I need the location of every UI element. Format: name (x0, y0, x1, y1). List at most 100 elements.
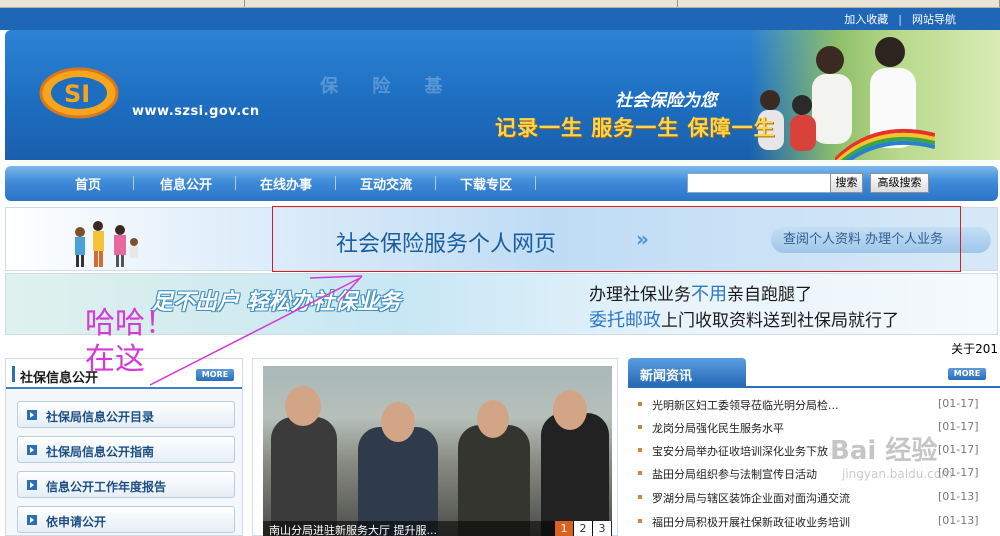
slide-page-2[interactable]: 2 (574, 521, 592, 536)
link-separator: | (898, 13, 902, 26)
header-marker (12, 366, 15, 382)
arrow-right-icon (27, 480, 37, 490)
line1-prefix: 办理社保业务 (589, 285, 691, 305)
search-button[interactable]: 搜索 (830, 173, 863, 193)
person-head (477, 400, 509, 438)
bullet-icon (638, 495, 642, 499)
photo-caption[interactable]: 南山分局进驻新服务大厅 提升服... (269, 522, 437, 536)
nav-divider (235, 176, 236, 190)
nav-interaction[interactable]: 互动交流 (360, 174, 412, 193)
news-photo[interactable] (263, 366, 612, 536)
person-head (553, 390, 587, 430)
news-item[interactable]: 龙岗分局强化民生服务水平 [01-17] (638, 417, 1000, 437)
news-title: 新闻资讯 (640, 369, 693, 384)
info-public-item-label: 依申请公开 (46, 515, 107, 529)
news-underline (628, 386, 1000, 388)
banner-faint-text: 保 险 基 (320, 76, 457, 97)
info-public-item[interactable]: 社保局信息公开目录 (17, 401, 235, 428)
slide-page-3[interactable]: 3 (593, 521, 611, 536)
people-illustration (75, 221, 138, 267)
info-public-item[interactable]: 依申请公开 (17, 506, 235, 533)
bullet-icon (638, 425, 642, 429)
news-item[interactable]: 光明新区妇工委领导莅临光明分局检... [01-17] (638, 394, 1000, 414)
personal-page-banner[interactable]: 社会保险服务个人网页 » 查阅个人资料 办理个人业务 (5, 206, 998, 272)
slide-page-1[interactable]: 1 (555, 521, 573, 536)
news-item-date: [01-13] (938, 490, 979, 503)
strip-segment (0, 0, 245, 7)
info-public-item-label: 社保局信息公开目录 (46, 410, 155, 424)
bullet-icon (638, 471, 642, 475)
advanced-search-button[interactable]: 高级搜索 (870, 173, 929, 193)
line1-highlight: 不用 (691, 284, 727, 305)
news-item-title: 龙岗分局强化民生服务水平 (652, 422, 784, 435)
logo-text: SI (64, 80, 90, 108)
news-item-title: 福田分局积极开展社保新政征收业务培训 (652, 516, 850, 529)
line2-highlight: 委托邮政 (589, 310, 661, 331)
site-banner: SI www.szsi.gov.cn 保 险 基 社会保险为您 记录一生 服务一… (5, 30, 1000, 160)
search-input[interactable] (687, 173, 832, 193)
rainbow-icon (835, 128, 935, 160)
banner-slogan-top: 社会保险为您 (615, 91, 717, 111)
bullet-icon (638, 448, 642, 452)
banner-slogan-main: 记录一生 服务一生 保障一生 (495, 116, 776, 140)
annotation-text-line2: 在这 (85, 342, 145, 377)
nav-online-service[interactable]: 在线办事 (260, 174, 312, 193)
nav-download[interactable]: 下载专区 (460, 174, 512, 193)
news-tab[interactable]: 新闻资讯 (628, 358, 746, 388)
nav-divider (435, 176, 436, 190)
nav-divider (133, 176, 134, 190)
person-figure (458, 425, 530, 536)
person-figure (358, 427, 438, 536)
about-text: 关于201 (951, 342, 998, 356)
top-links-bar: 加入收藏 | 网站导航 (0, 8, 1000, 30)
info-public-item[interactable]: 社保局信息公开指南 (17, 436, 235, 463)
person-figure (271, 417, 337, 536)
news-item[interactable]: 宝安分局举办征收培训深化业务下放 [01-17] (638, 440, 1000, 460)
si-logo[interactable]: SI (38, 66, 120, 120)
arrow-right-icon (27, 515, 37, 525)
news-item-title: 罗湖分局与辖区装饰企业面对面沟通交流 (652, 492, 850, 505)
person-head (285, 386, 321, 426)
arrow-right-icon (27, 410, 37, 420)
news-item-title: 盐田分局组织参与法制宣传日活动 (652, 468, 817, 481)
nav-divider (335, 176, 336, 190)
line2-suffix: 上门收取资料送到社保局就行了 (661, 311, 899, 331)
postal-banner-line1: 办理社保业务不用亲自跑腿了 (589, 280, 812, 306)
news-item-date: [01-17] (938, 420, 979, 433)
news-more-button[interactable]: MORE (948, 368, 986, 380)
person-head (381, 402, 415, 442)
info-public-item-label: 社保局信息公开指南 (46, 445, 155, 459)
info-public-item-label: 信息公开工作年度报告 (46, 480, 167, 494)
strip-segment (460, 0, 678, 7)
news-item-title: 宝安分局举办征收培训深化业务下放 (652, 445, 828, 458)
news-item-date: [01-17] (938, 397, 979, 410)
bullet-icon (638, 519, 642, 523)
news-panel: 新闻资讯 MORE 光明新区妇工委领导莅临光明分局检... [01-17] 龙岗… (628, 358, 1000, 536)
postal-banner-slogan: 足不出户 轻松办社保业务 (151, 290, 401, 315)
news-photo-panel: 南山分局进驻新服务大厅 提升服... 1 2 3 (252, 358, 618, 536)
info-public-more-button[interactable]: MORE (196, 369, 234, 381)
site-url: www.szsi.gov.cn (132, 104, 260, 119)
news-item[interactable]: 罗湖分局与辖区装饰企业面对面沟通交流 [01-13] (638, 487, 1000, 507)
news-item[interactable]: 福田分局积极开展社保新政征收业务培训 [01-13] (638, 511, 1000, 531)
nav-info-public[interactable]: 信息公开 (160, 174, 212, 193)
top-links: 加入收藏 | 网站导航 (844, 11, 956, 27)
postal-banner-line2: 委托邮政上门收取资料送到社保局就行了 (589, 306, 899, 332)
main-nav: 首页 信息公开 在线办事 互动交流 下载专区 搜索 高级搜索 (5, 166, 998, 201)
photo-caption-bar: 南山分局进驻新服务大厅 提升服... 1 2 3 (263, 521, 612, 536)
watermark-url: jingyan.baidu.com (842, 467, 953, 481)
info-public-item[interactable]: 信息公开工作年度报告 (17, 471, 235, 498)
strip-segment (678, 0, 1000, 7)
nav-home[interactable]: 首页 (75, 174, 101, 193)
site-nav-link[interactable]: 网站导航 (912, 13, 956, 26)
add-favorite-link[interactable]: 加入收藏 (844, 13, 888, 26)
person-figure (541, 413, 609, 536)
line1-suffix: 亲自跑腿了 (727, 285, 812, 305)
news-item-title: 光明新区妇工委领导莅临光明分局检... (652, 399, 839, 412)
watermark-logo: Bai 经验 (830, 436, 938, 466)
arrow-right-icon (27, 445, 37, 455)
news-item-date: [01-13] (938, 514, 979, 527)
nav-divider (535, 176, 536, 190)
highlight-box (272, 206, 961, 272)
info-public-panel: 社保信息公开 MORE 社保局信息公开目录 社保局信息公开指南 信息公开工作年度… (5, 358, 243, 536)
